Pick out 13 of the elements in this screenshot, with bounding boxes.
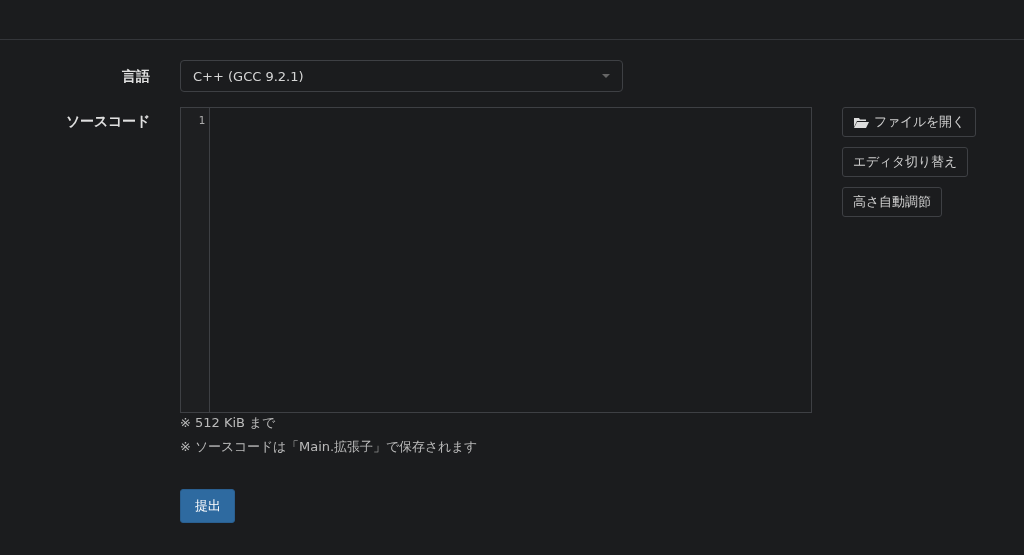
open-file-button[interactable]: ファイルを開く [842, 107, 976, 137]
line-number: 1 [197, 114, 205, 127]
editor-button[interactable]: 高さ自動調節 [842, 187, 942, 217]
note-text: ※ ソースコードは「Main.拡張子」で保存されます [180, 438, 479, 456]
note-text: ※ 512 KiB まで [180, 414, 277, 432]
language-select[interactable]: C++ (GCC 9.2.1) [180, 60, 623, 92]
language-label: 言語 [122, 67, 150, 86]
source-code-label: ソースコード [66, 112, 150, 131]
submit-button[interactable]: 提出 [180, 489, 235, 523]
caret-icon [602, 74, 610, 78]
folder-icon [853, 116, 869, 128]
code-editor[interactable]: 1 [180, 107, 812, 413]
editor-button[interactable]: エディタ切り替え [842, 147, 968, 177]
